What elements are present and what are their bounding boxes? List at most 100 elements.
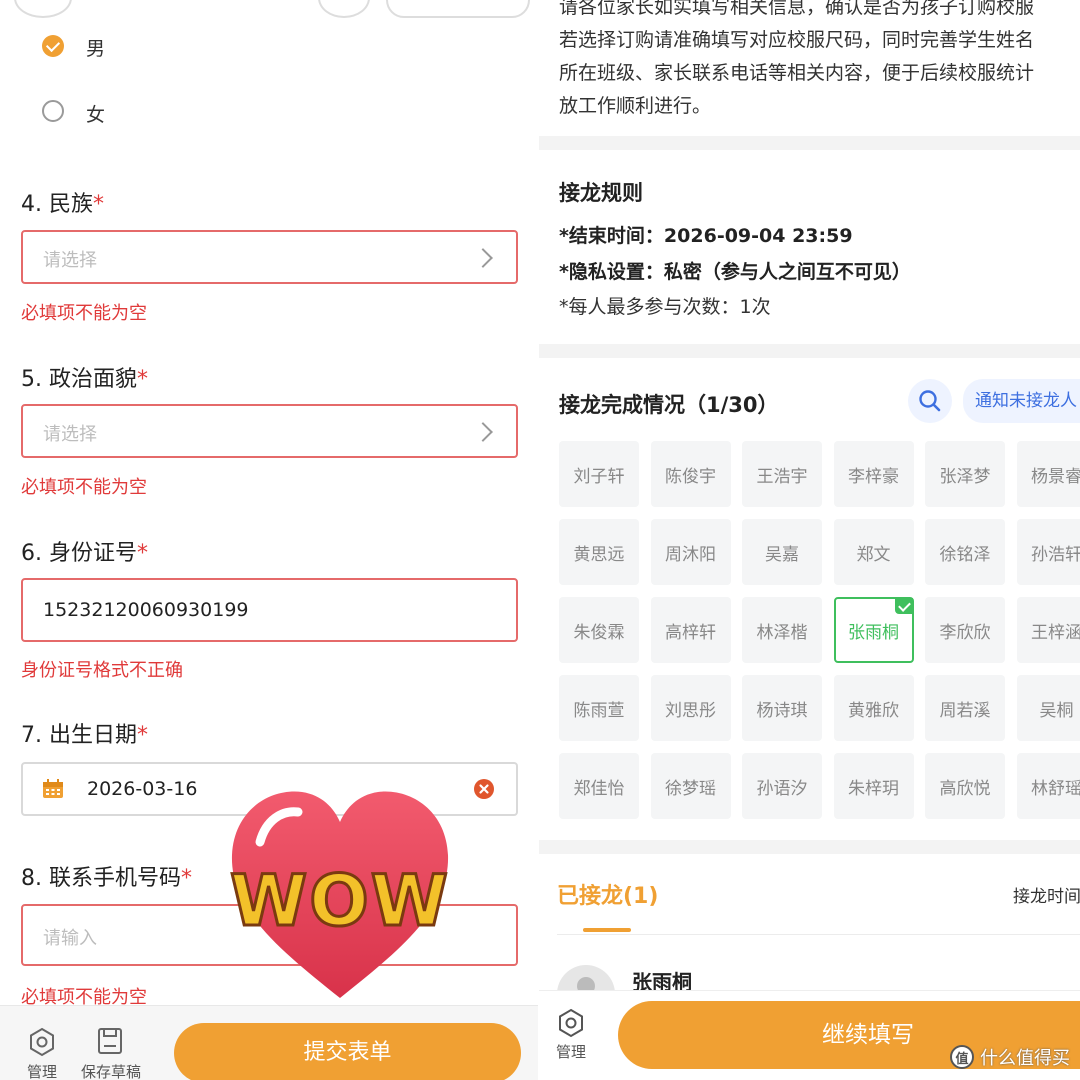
submit-form-button[interactable]: 提交表单 (174, 1023, 521, 1080)
ethnicity-select[interactable]: 请选择 (21, 230, 518, 284)
participant-chip[interactable]: 张雨桐 (833, 597, 914, 663)
participant-chip[interactable]: 高欣悦 (925, 753, 1005, 819)
radio-unchecked-icon[interactable] (42, 100, 64, 122)
participant-name: 刘思彤 (665, 700, 716, 721)
political-select[interactable]: 请选择 (21, 404, 518, 458)
participant-chip[interactable]: 王浩宇 (742, 441, 822, 507)
completion-status-title: 接龙完成情况（1/30） (559, 393, 779, 417)
gender-option-female[interactable] (42, 100, 72, 130)
participant-name: 杨景睿 (1031, 466, 1080, 487)
participant-chip[interactable]: 张泽梦 (925, 441, 1005, 507)
birthdate-value: 2026-03-16 (87, 778, 198, 800)
participant-chip[interactable]: 周沐阳 (650, 519, 731, 585)
check-icon (897, 599, 911, 612)
question-text: 6. 身份证号 (21, 541, 137, 566)
participant-chip[interactable]: 陈雨萱 (559, 675, 639, 741)
manage-button[interactable] (555, 1007, 587, 1039)
intro-line-2: 若选择订购请准确填写对应校服尺码，同时完善学生姓名 (559, 29, 1035, 51)
participant-name: 郑文 (856, 544, 891, 565)
participant-chip[interactable]: 朱俊霖 (559, 597, 639, 663)
question-political-label: 5. 政治面貌* (21, 361, 148, 393)
participant-chip[interactable]: 高梓轩 (650, 597, 731, 663)
save-draft-button[interactable] (96, 1026, 124, 1056)
tab-divider (557, 934, 1080, 935)
calendar-icon (42, 779, 64, 799)
top-stepper-cutoff-2[interactable] (318, 0, 370, 18)
ethnicity-error: 必填项不能为空 (21, 303, 147, 324)
question-ethnicity-label: 4. 民族* (21, 186, 104, 218)
participant-chip[interactable]: 孙浩轩 (1016, 519, 1080, 585)
gender-male-label: 男 (86, 38, 106, 60)
gender-female-label: 女 (86, 104, 106, 126)
top-stepper-cutoff[interactable] (14, 0, 72, 18)
participant-chip[interactable]: 吴嘉 (742, 519, 822, 585)
phone-placeholder: 请输入 (43, 928, 97, 949)
participant-name: 徐铭泽 (939, 544, 991, 565)
watermark-text: 什么值得买 (980, 1048, 1070, 1069)
participant-chip[interactable]: 陈俊宇 (650, 441, 731, 507)
participant-chip[interactable]: 黄思远 (559, 519, 639, 585)
participant-chip[interactable]: 周若溪 (925, 675, 1005, 741)
participant-name: 吴桐 (1039, 700, 1074, 721)
participant-name: 黄思远 (573, 544, 625, 565)
search-button[interactable] (908, 379, 952, 423)
chevron-right-icon (473, 422, 493, 442)
participant-chip[interactable]: 林舒瑶 (1016, 753, 1080, 819)
rules-title: 接龙规则 (559, 181, 643, 205)
intro-line-3: 所在班级、家长联系电话等相关内容，便于后续校服统计 (559, 62, 1035, 84)
participant-chip[interactable]: 孙语汐 (742, 753, 822, 819)
participant-chip[interactable]: 郑佳怡 (559, 753, 639, 819)
question-phone-label: 8. 联系手机号码* (21, 860, 192, 892)
manage-button[interactable] (26, 1026, 58, 1058)
required-mark: * (92, 192, 104, 217)
participant-chip[interactable]: 吴桐 (1016, 675, 1080, 741)
participant-chip[interactable]: 刘子轩 (559, 441, 639, 507)
participant-name: 吴嘉 (765, 544, 799, 565)
question-text: 8. 联系手机号码 (21, 866, 181, 891)
participant-chip[interactable]: 杨景睿 (1016, 441, 1080, 507)
hexagon-settings-icon (559, 1008, 583, 1038)
political-error: 必填项不能为空 (21, 477, 147, 498)
participant-chip[interactable]: 朱梓玥 (833, 753, 914, 819)
radio-checked-icon[interactable] (42, 35, 64, 57)
participant-name: 孙语汐 (756, 778, 808, 799)
required-mark: * (136, 541, 148, 566)
wow-heart-sticker: WOW (220, 780, 460, 1010)
watermark: 值 什么值得买 (950, 1044, 1070, 1070)
participant-name: 杨诗琪 (756, 700, 808, 721)
section-divider (539, 136, 1080, 150)
top-field-cutoff[interactable] (386, 0, 530, 18)
notify-unsubmitted-button[interactable]: 通知未接龙人 (963, 379, 1080, 423)
tab-time[interactable]: 接龙时间 (1013, 882, 1080, 907)
required-mark: * (136, 367, 148, 392)
clear-icon[interactable] (474, 779, 494, 799)
save-draft-icon (98, 1028, 122, 1054)
question-birthdate-label: 7. 出生日期* (21, 717, 148, 749)
participant-name: 朱梓玥 (848, 778, 899, 799)
participant-name: 张泽梦 (939, 466, 991, 487)
participant-chip[interactable]: 徐铭泽 (925, 519, 1005, 585)
question-text: 7. 出生日期 (21, 723, 137, 748)
participant-chip[interactable]: 李欣欣 (925, 597, 1005, 663)
section-divider (539, 344, 1080, 358)
question-text: 5. 政治面貌 (21, 367, 137, 392)
participant-name: 高梓轩 (665, 622, 716, 643)
participant-name: 张雨桐 (848, 622, 899, 643)
political-placeholder: 请选择 (43, 424, 97, 445)
participant-chip[interactable]: 黄雅欣 (833, 675, 914, 741)
id-number-input[interactable]: 15232120060930199 (21, 578, 518, 642)
participant-chip[interactable]: 郑文 (833, 519, 914, 585)
participant-name: 高欣悦 (939, 778, 991, 799)
participant-chip[interactable]: 杨诗琪 (742, 675, 822, 741)
participant-name: 周沐阳 (665, 544, 716, 565)
gender-option-male[interactable] (42, 35, 72, 65)
tab-indicator (583, 928, 631, 932)
hexagon-settings-icon (30, 1027, 54, 1057)
participant-chip[interactable]: 王梓涵 (1016, 597, 1080, 663)
participant-chip[interactable]: 李梓豪 (833, 441, 914, 507)
participant-chip[interactable]: 林泽楷 (742, 597, 822, 663)
participant-chip[interactable]: 徐梦瑶 (650, 753, 731, 819)
form-bottom-bar: 管理 保存草稿 提交表单 (0, 1005, 538, 1080)
tab-completed[interactable]: 已接龙(1) (557, 878, 658, 910)
participant-chip[interactable]: 刘思彤 (650, 675, 731, 741)
